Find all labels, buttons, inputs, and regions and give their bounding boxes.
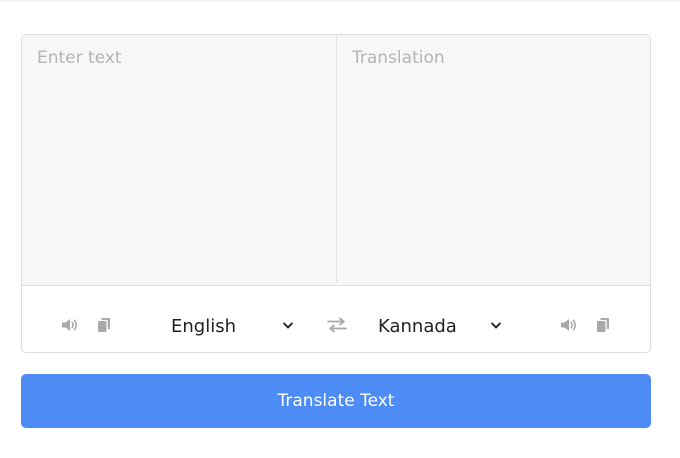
source-text-panel (22, 35, 336, 285)
target-language-select[interactable]: Kannada (378, 313, 504, 339)
source-language-label: English (171, 315, 236, 337)
translate-button[interactable]: Translate Text (21, 374, 651, 428)
translator-card: English Kannada (21, 34, 651, 353)
target-language-label: Kannada (378, 315, 457, 337)
chevron-down-icon (283, 322, 293, 329)
exchange-icon[interactable] (326, 315, 348, 335)
target-text-panel (337, 35, 650, 285)
controls-bar: English Kannada (22, 285, 650, 352)
volume-icon[interactable] (559, 315, 579, 335)
translation-output[interactable] (337, 35, 650, 285)
volume-icon[interactable] (60, 315, 80, 335)
source-language-select[interactable]: English (171, 313, 297, 339)
chevron-down-icon (491, 322, 501, 329)
top-divider (0, 0, 680, 2)
copy-icon[interactable] (593, 315, 613, 335)
copy-icon[interactable] (94, 315, 114, 335)
source-text-input[interactable] (22, 35, 336, 285)
translator-page: English Kannada (0, 0, 680, 458)
